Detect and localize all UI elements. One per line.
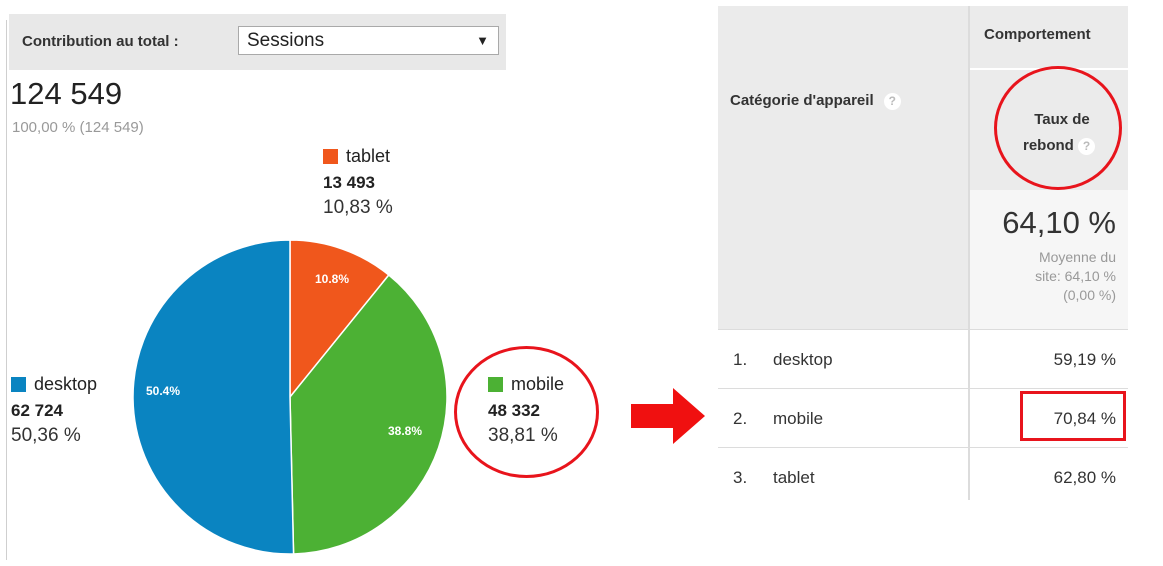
tablet-swatch <box>323 149 338 164</box>
legend-tablet: tablet 13 493 10,83 % <box>323 146 393 219</box>
summary-note-line2: site: 64,10 % <box>1035 268 1116 284</box>
row-index: 2. <box>733 409 748 428</box>
dimension-header[interactable]: Catégorie d'appareil ? <box>730 92 901 110</box>
summary-note-line3: (0,00 %) <box>1063 287 1116 303</box>
group-header: Comportement <box>984 26 1091 43</box>
pie-label-mobile: 38.8% <box>388 424 422 438</box>
data-table: Catégorie d'appareil ? Comportement Taux… <box>718 0 1128 501</box>
legend-desktop-label: desktop <box>34 374 98 394</box>
row-bounce-rate: 62,80 % <box>1053 468 1116 487</box>
row-index: 1. <box>733 350 748 369</box>
table-row[interactable]: 3. tablet 62,80 % <box>718 447 1128 501</box>
row-device-name[interactable]: desktop <box>773 350 833 370</box>
help-icon[interactable]: ? <box>883 92 901 110</box>
row-device-name[interactable]: mobile <box>773 409 823 429</box>
mobile-rate-highlight-box <box>1020 391 1126 441</box>
row-index: 3. <box>733 468 748 487</box>
legend-desktop: desktop 62 724 50,36 % <box>11 374 97 447</box>
row-device-name[interactable]: tablet <box>773 468 815 488</box>
red-arrow-icon <box>631 388 705 444</box>
legend-tablet-percent: 10,83 % <box>323 197 393 218</box>
desktop-swatch <box>11 377 26 392</box>
summary-value: 64,10 % <box>1002 205 1116 240</box>
pie-label-desktop: 50.4% <box>146 384 180 398</box>
legend-tablet-label: tablet <box>346 146 391 166</box>
row-bounce-rate: 59,19 % <box>1053 350 1116 369</box>
metric-header-highlight-circle <box>994 66 1122 190</box>
summary-left-cell <box>718 190 968 330</box>
legend-desktop-percent: 50,36 % <box>11 425 81 446</box>
pie-label-tablet: 10.8% <box>315 272 349 286</box>
legend-tablet-value: 13 493 <box>323 173 375 192</box>
dimension-header-label: Catégorie d'appareil <box>730 92 874 109</box>
mobile-highlight-circle <box>454 346 599 478</box>
summary-note: Moyenne du site: 64,10 % (0,00 %) <box>996 248 1116 305</box>
table-column-divider <box>968 6 970 500</box>
legend-desktop-value: 62 724 <box>11 401 63 420</box>
table-row[interactable]: 1. desktop 59,19 % <box>718 329 1128 388</box>
summary-note-line1: Moyenne du <box>1038 249 1116 265</box>
